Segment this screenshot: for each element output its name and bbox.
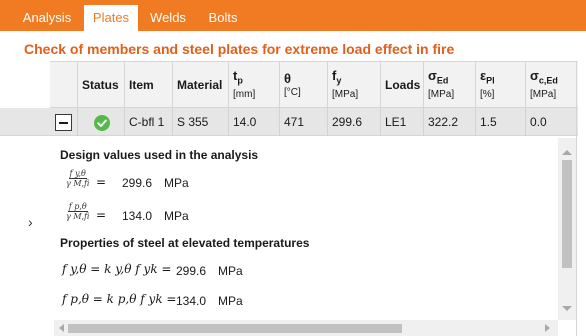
scroll-right-icon[interactable] [545,324,550,332]
grid-header: Status Item Material tp [mm] θ [°C] fy [… [50,61,578,108]
header-status[interactable]: Status [78,62,125,108]
chevron-right-icon[interactable]: › [28,214,33,230]
eq1-value: 299.6 [122,176,153,190]
horizontal-scroll-thumb[interactable] [68,324,402,333]
row-loads: LE1 [381,108,424,136]
epsilon-pl-unit: [%] [480,88,495,100]
header-material[interactable]: Material [173,62,229,108]
tab-welds[interactable]: Welds [143,5,193,31]
header-expand-column [50,62,78,108]
sigma-ed-subscript: Ed [436,75,449,86]
header-item[interactable]: Item [125,62,173,108]
row-sigma-c-ed: 0.0 [530,115,547,129]
check-circle-icon [94,115,110,131]
eq1-equals: = [96,175,107,189]
eq2-fraction: f p,θ γ M,fi [66,202,89,221]
collapse-icon[interactable] [55,114,72,131]
eq4-value: 134.0 [176,294,207,308]
eq3-value: 299.6 [176,264,207,278]
section-steel-properties: Properties of steel at elevated temperat… [60,236,310,250]
table-row[interactable]: C-bfl 1 S 355 14.0 471 299.6 LE1 322.2 1… [0,108,578,136]
eq1-fraction: f y,θ γ M,fi [66,169,89,188]
row-tp: 14.0 [229,108,280,136]
sigma-c-ed-unit: [MPa] [530,88,557,100]
eq2-denominator: γ M,fi [66,212,90,221]
page-title: Check of members and steel plates for ex… [24,41,455,57]
eq2-unit: MPa [164,209,189,223]
sigma-ed-unit: [MPa] [428,88,455,100]
row-item: C-bfl 1 [125,108,173,136]
tp-unit: [mm] [233,88,256,100]
tab-analysis[interactable]: Analysis [13,5,81,31]
row-fy: 299.6 [328,108,381,136]
header-loads[interactable]: Loads [381,62,424,108]
scroll-left-icon[interactable] [59,324,64,332]
tab-bolts[interactable]: Bolts [200,5,246,31]
row-theta: 471 [280,108,328,136]
horizontal-scrollbar[interactable] [54,320,558,336]
scroll-down-icon[interactable] [562,306,572,311]
header-sigma-c-ed[interactable]: σc,Ed [MPa] [526,62,578,108]
vertical-scroll-thumb[interactable] [562,160,572,268]
row-material: S 355 [173,108,229,136]
fy-subscript: y [336,75,342,86]
sigma-ed-symbol: σ [428,68,437,84]
detail-panel: Design values used in the analysis f y,θ… [54,137,558,319]
eq1-numerator: f y,θ [68,169,87,179]
tab-plates[interactable]: Plates [84,5,138,31]
tp-subscript: p [237,75,243,86]
fy-unit: [MPa] [332,88,359,100]
eq3-unit: MPa [218,264,243,278]
header-epsilon-pl[interactable]: εPl [%] [476,62,526,108]
eq2-equals: = [96,208,107,222]
header-theta[interactable]: θ [°C] [280,62,328,108]
header-tp[interactable]: tp [mm] [229,62,280,108]
eq4-unit: MPa [218,294,243,308]
vertical-scrollbar[interactable] [558,138,576,320]
eq2-value: 134.0 [122,209,153,223]
eq1-unit: MPa [164,176,189,190]
epsilon-pl-subscript: Pl [486,75,495,86]
eq2-numerator: f p,θ [67,202,88,212]
row-sigma-ed: 322.2 [424,108,476,136]
grid-right-border [576,61,577,336]
sigma-c-ed-symbol: σ [530,68,539,84]
sigma-c-ed-subscript: c,Ed [538,75,558,86]
header-sigma-ed[interactable]: σEd [MPa] [424,62,476,108]
eq1-denominator: γ M,fi [66,179,90,188]
theta-symbol: θ [284,70,292,86]
section-design-values: Design values used in the analysis [60,148,259,162]
theta-unit: [°C] [284,86,301,98]
row-epsilon-pl: 1.5 [476,108,526,136]
header-fy[interactable]: fy [MPa] [328,62,381,108]
eq4-expression: f p,θ = k p,θ f yk = [62,292,177,306]
eq3-expression: f y,θ = k y,θ f yk = [62,262,172,276]
tab-bar: Analysis Plates Welds Bolts [0,0,586,31]
scroll-up-icon[interactable] [562,150,572,155]
